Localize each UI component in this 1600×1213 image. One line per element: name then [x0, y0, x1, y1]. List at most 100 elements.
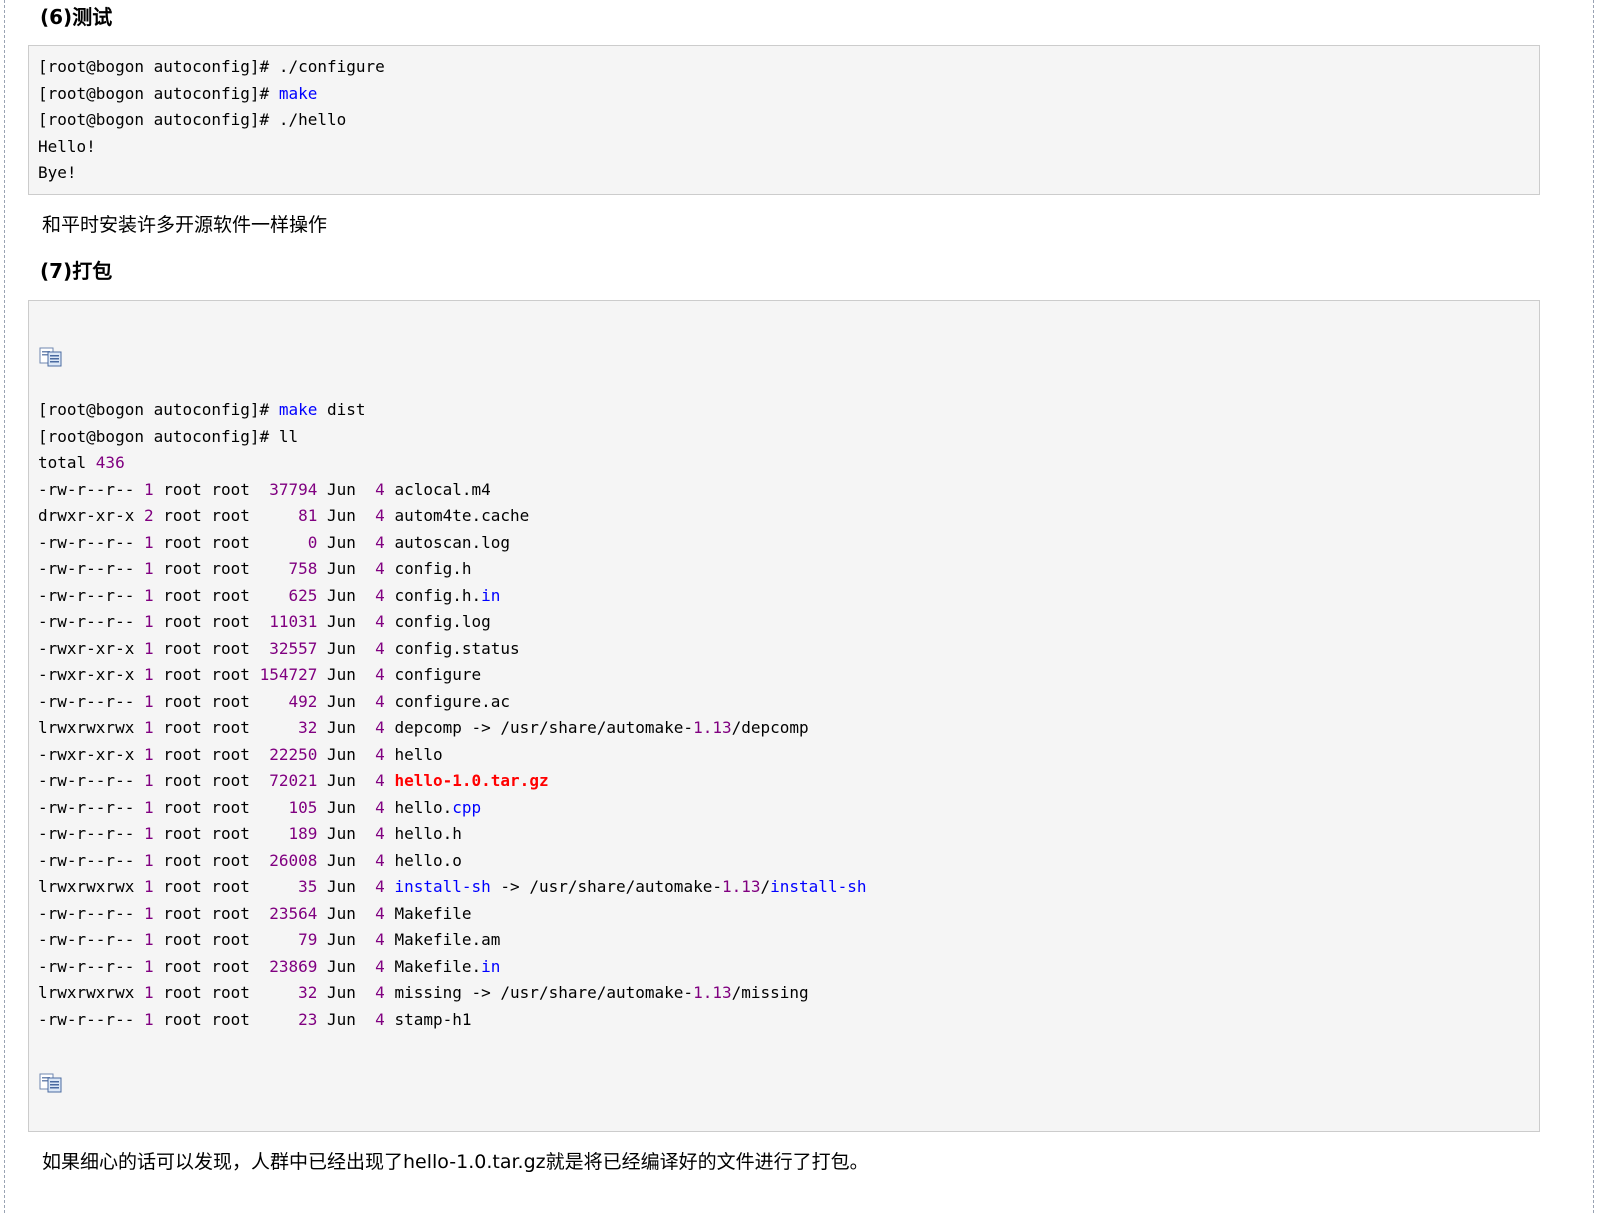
section-heading-test: (6)测试: [40, 5, 113, 29]
code-token: 4: [375, 744, 385, 764]
code-token: -rw-r--r--: [38, 691, 144, 711]
code-line: lrwxrwxrwx 1 root root 32 Jun 4 missing …: [38, 980, 866, 1007]
code-token: -rw-r--r--: [38, 850, 144, 870]
code-token: 758: [288, 559, 318, 578]
code-token: root root: [153, 850, 270, 870]
code-token: root root: [153, 691, 289, 711]
highlighted-filename: hello-1.0.tar.gz: [394, 771, 549, 790]
code-token: Jun: [317, 559, 376, 578]
code-token: root root: [153, 479, 270, 499]
code-token: 23564: [269, 903, 318, 923]
code-token: in: [481, 956, 501, 976]
code-token: 4: [375, 718, 385, 737]
code-token: 1: [143, 1009, 154, 1029]
code-token: -rw-r--r--: [38, 479, 144, 499]
code-token: 1: [143, 479, 154, 499]
code-token: cpp: [452, 797, 482, 817]
code-token: in: [481, 585, 501, 605]
code-token: Jun: [317, 612, 376, 631]
code-token: 1: [143, 824, 154, 843]
code-token: -rw-r--r--: [38, 824, 144, 843]
code-token: root root: [153, 930, 299, 949]
code-token: 4: [375, 797, 385, 817]
code-token: stamp-h1: [384, 1009, 472, 1029]
code-token: 23: [298, 1009, 318, 1029]
code-token: hello.: [384, 797, 453, 817]
code-token: Jun: [317, 479, 376, 499]
code-line: total 436: [38, 450, 866, 477]
code-token: 22250: [269, 744, 318, 764]
code-token: 1: [143, 850, 154, 870]
code-block-test: [root@bogon autoconfig]# ./configure [roo…: [28, 45, 1540, 195]
code-token: [root@bogon autoconfig]#: [38, 83, 279, 103]
code-line: [root@bogon autoconfig]# make dist: [38, 397, 866, 424]
copy-code-icon[interactable]: [39, 1073, 63, 1093]
code-token: 1.13: [721, 877, 761, 896]
code-token: make: [278, 400, 318, 419]
code-token: 4: [375, 691, 385, 711]
code-token: 1.13: [693, 983, 732, 1002]
code-token: 79: [298, 930, 318, 949]
code-token: -rw-r--r--: [38, 771, 144, 790]
code-token: 1: [143, 559, 154, 578]
code-line: -rw-r--r-- 1 root root 105 Jun 4 hello.c…: [38, 795, 866, 822]
code-token: Makefile.: [384, 956, 482, 976]
code-token: Makefile.am: [384, 930, 501, 949]
code-token: 4: [375, 930, 385, 949]
code-token: Bye!: [38, 163, 77, 182]
code-token: 1: [143, 638, 154, 658]
code-token: root root: [153, 638, 270, 658]
code-token: 4: [375, 559, 385, 578]
code-token: Jun: [317, 532, 376, 552]
code-token: 32: [298, 983, 318, 1002]
code-token: root root: [153, 506, 299, 525]
code-token: configure.ac: [384, 691, 511, 711]
code-line: -rw-r--r-- 1 root root 23869 Jun 4 Makef…: [38, 954, 866, 981]
code-token: 4: [375, 850, 385, 870]
code-token: 4: [375, 506, 385, 525]
code-token: depcomp -> /usr/share/automake-: [384, 718, 694, 737]
code-token: 81: [298, 506, 318, 525]
code-token: 1: [143, 665, 154, 684]
code-token: Jun: [317, 956, 376, 976]
code-token: 1: [143, 532, 154, 552]
code-token: -rw-r--r--: [38, 930, 144, 949]
code-token: /depcomp: [731, 718, 809, 737]
code-token: make: [278, 83, 318, 103]
code-token: config.log: [384, 612, 491, 631]
code-token: 4: [375, 585, 385, 605]
code-token: root root: [153, 718, 299, 737]
copy-code-icon[interactable]: [39, 347, 63, 367]
code-token: Jun: [317, 930, 376, 949]
code-line: -rw-r--r-- 1 root root 37794 Jun 4 acloc…: [38, 477, 866, 504]
code-token: 1.13: [693, 718, 732, 737]
code-token: 4: [375, 479, 385, 499]
code-token: 105: [288, 797, 318, 817]
code-line: [root@bogon autoconfig]# make: [38, 81, 1539, 108]
code-token: 1: [143, 877, 154, 896]
code-token: 4: [375, 638, 385, 658]
code-token: 4: [375, 612, 385, 631]
code-token: 1: [143, 718, 154, 737]
code-token: 4: [375, 877, 385, 896]
code-token: root root: [153, 903, 270, 923]
code-token: 1: [143, 983, 154, 1002]
code-token: 1: [143, 903, 154, 923]
code-token: Jun: [317, 850, 376, 870]
code-token: 4: [375, 1009, 385, 1029]
code-token: -rw-r--r--: [38, 559, 144, 578]
code-token: Jun: [317, 744, 376, 764]
code-token: Hello!: [38, 136, 96, 156]
code-token: Jun: [317, 638, 376, 658]
code-token: 625: [288, 585, 318, 605]
code-line: -rwxr-xr-x 1 root root 154727 Jun 4 conf…: [38, 662, 866, 689]
code-token: root root: [153, 877, 299, 896]
code-token: 0: [307, 532, 318, 552]
code-token: config.h: [384, 559, 472, 578]
code-token: 1: [143, 585, 154, 605]
code-line: -rw-r--r-- 1 root root 11031 Jun 4 confi…: [38, 609, 866, 636]
code-line: -rw-r--r-- 1 root root 625 Jun 4 config.…: [38, 583, 866, 610]
code-token: 1: [143, 744, 154, 764]
